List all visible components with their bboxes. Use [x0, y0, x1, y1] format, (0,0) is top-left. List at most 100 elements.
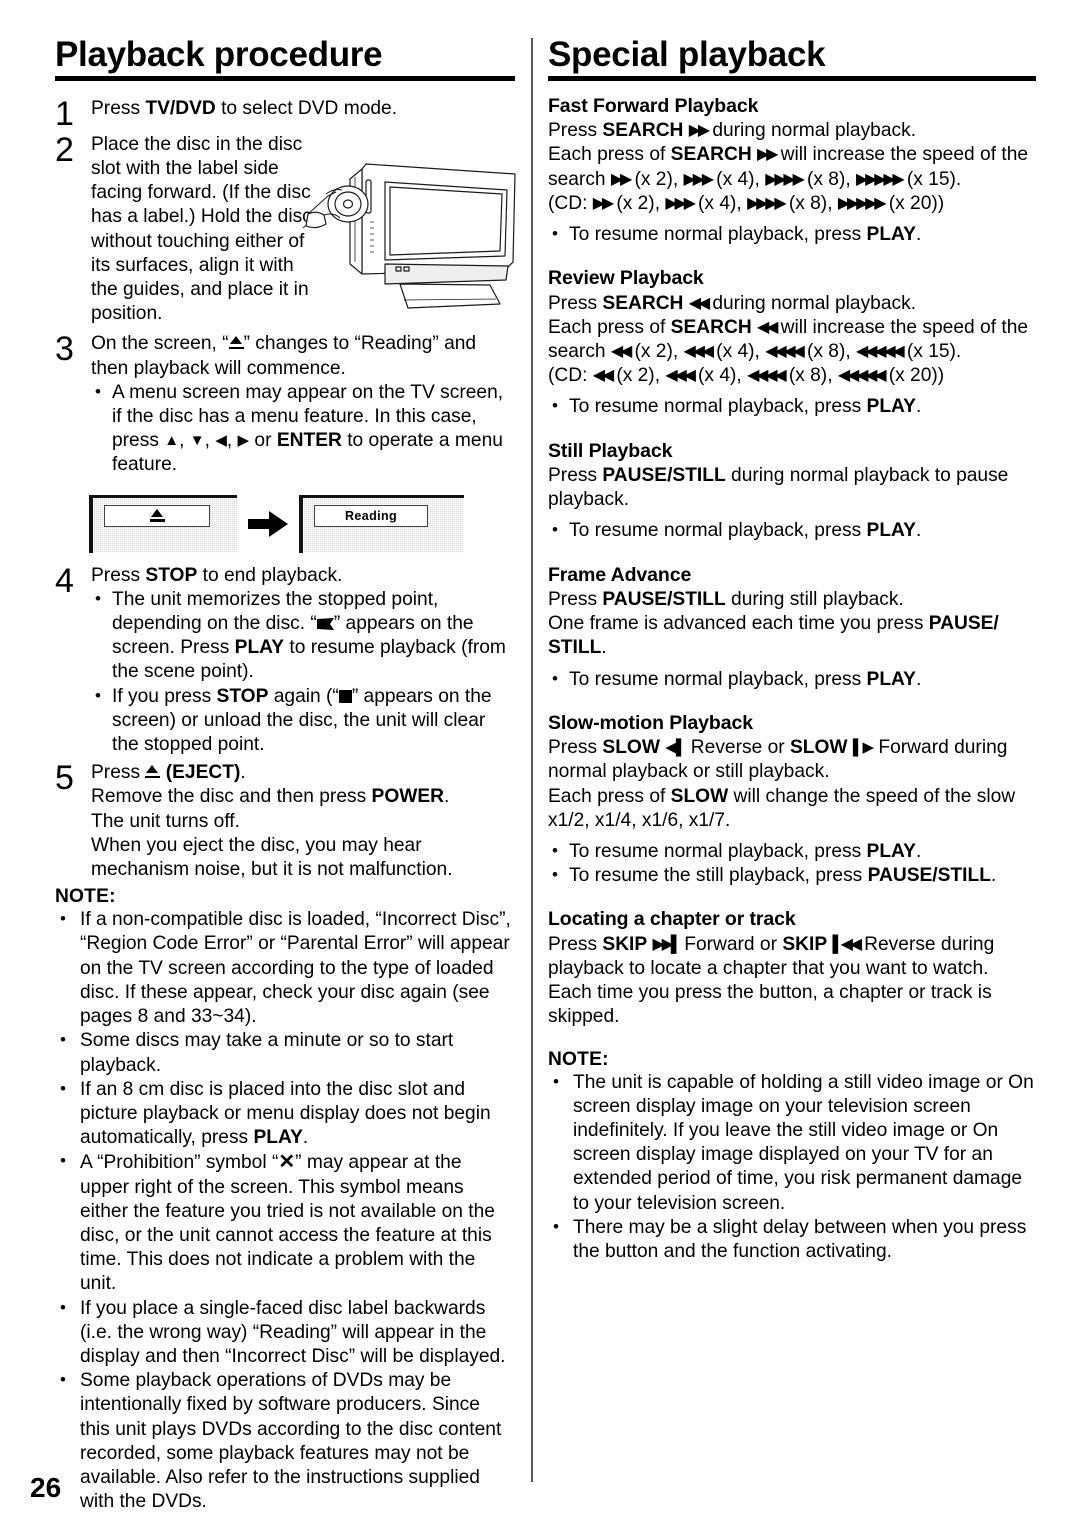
title-underline — [548, 75, 1036, 81]
still-playback-body: Press PAUSE/STILL during normal playback… — [548, 464, 1009, 511]
slow-motion-bullets: To resume normal playback, press PLAY. T… — [548, 839, 1036, 888]
step-5-line-1: Press (EJECT). — [91, 762, 246, 784]
left-note-5: If you place a single-faced disc label b… — [55, 1296, 515, 1370]
heading-frame-advance: Frame Advance — [548, 563, 692, 586]
tv-disc-insert-illustration — [302, 163, 516, 309]
step-5-line-5: mechanism noise, but it is not malfuncti… — [91, 859, 453, 881]
right-block-arrow-icon — [248, 510, 288, 537]
frame-advance-bullet-1: To resume normal playback, press PLAY. — [548, 667, 1036, 692]
step-5-number: 5 — [55, 759, 74, 798]
step-5: 5 Press (EJECT). Remove the disc and the… — [55, 761, 515, 882]
step-2-text: Place the disc in the disc slot with the… — [91, 133, 312, 325]
locating-chapter-body: Press SKIP ▶▶▌ Forward or SKIP ▌◀◀ Rever… — [548, 933, 995, 1028]
still-playback-bullets: To resume normal playback, press PLAY. — [548, 518, 1036, 543]
screen-change-illustration: Reading — [89, 488, 515, 560]
fast-forward-bullet-1: To resume normal playback, press PLAY. — [548, 222, 1036, 247]
section-fast-forward-playback: Fast Forward Playback Press SEARCH ▶▶ du… — [548, 94, 1036, 247]
heading-review-playback: Review Playback — [548, 267, 704, 290]
page-title-special-playback: Special playback — [548, 35, 826, 74]
skip-back-icon: ▌◀◀ — [832, 935, 862, 953]
fast-forward-x4-icon: ▶▶▶ — [665, 194, 696, 212]
osd-box-reading: Reading — [314, 504, 428, 527]
rewind-x2-icon: ◀◀ — [610, 342, 632, 360]
section-locating-chapter-or-track: Locating a chapter or track Press SKIP ▶… — [548, 907, 1036, 1029]
step-4-body: Press STOP to end playback. The unit mem… — [91, 564, 515, 758]
arrow-up-icon: ▲ — [164, 432, 180, 450]
fast-forward-x2-icon: ▶▶ — [610, 170, 632, 188]
step-3-bullets: A menu screen may appear on the TV scree… — [91, 380, 515, 478]
arrow-down-icon: ▼ — [189, 432, 205, 450]
arrow-gap — [237, 510, 299, 538]
step-3-bullet-1: A menu screen may appear on the TV scree… — [91, 380, 515, 478]
step-4-bullet-2: If you press STOP again (“” appears on t… — [91, 684, 515, 758]
fast-forward-icon: ▶▶ — [757, 146, 778, 164]
heading-fast-forward-playback: Fast Forward Playback — [548, 94, 759, 117]
page-title-playback-procedure: Playback procedure — [55, 35, 383, 74]
left-note-2: Some discs may take a minute or so to st… — [55, 1028, 515, 1077]
left-note-6: Some playback operations of DVDs may be … — [55, 1368, 515, 1514]
fast-forward-bullets: To resume normal playback, press PLAY. — [548, 222, 1036, 247]
fast-forward-x20-icon: ▶▶▶▶▶ — [837, 194, 887, 212]
fast-forward-x8-icon: ▶▶▶▶ — [747, 194, 787, 212]
eject-icon — [149, 508, 165, 523]
fast-forward-x2-icon: ▶▶ — [592, 194, 614, 212]
manual-page: Playback procedure 1 Press TV/DVD to sel… — [0, 0, 1080, 1532]
section-review-playback: Review Playback Press SEARCH ◀◀ during n… — [548, 266, 1036, 419]
step-3-body: On the screen, “” changes to “Reading” a… — [91, 332, 515, 477]
slow-forward-icon: ▌▶ — [852, 739, 874, 757]
heading-locating-chapter-or-track: Locating a chapter or track — [548, 908, 796, 931]
slow-motion-bullet-2: To resume the still playback, press PAUS… — [548, 863, 1036, 888]
heading-slow-motion-playback: Slow-motion Playback — [548, 711, 753, 734]
still-playback-bullet-1: To resume normal playback, press PLAY. — [548, 518, 1036, 543]
rewind-x8-icon: ◀◀◀◀ — [747, 367, 787, 385]
review-body: Press SEARCH ◀◀ during normal playback. … — [548, 292, 1036, 389]
slow-reverse-icon: ◀▌ — [665, 739, 686, 757]
left-note-list: If a non-compatible disc is loaded, “Inc… — [55, 907, 515, 1514]
rewind-x4-icon: ◀◀◀ — [683, 342, 715, 360]
eject-icon — [228, 336, 244, 350]
step-5-line-4: When you eject the disc, you may hear — [91, 834, 422, 856]
skip-forward-icon: ▶▶▌ — [652, 935, 683, 953]
eject-icon — [145, 765, 161, 779]
step-1-number: 1 — [55, 94, 74, 133]
arrow-left-icon: ◀ — [215, 432, 227, 450]
slow-motion-body: Press SLOW ◀▌ Reverse or SLOW ▌▶ Forward… — [548, 737, 1016, 831]
right-note-label: NOTE: — [548, 1048, 609, 1070]
step-1: 1 Press TV/DVD to select DVD mode. — [55, 94, 515, 133]
step-4: 4 Press STOP to end playback. The unit m… — [55, 564, 515, 758]
right-note-1: The unit is capable of holding a still v… — [548, 1070, 1036, 1216]
tv-screen-before — [89, 494, 237, 553]
section-frame-advance: Frame Advance Press PAUSE/STILL during s… — [548, 563, 1036, 692]
step-3: 3 On the screen, “” changes to “Reading”… — [55, 332, 515, 477]
resume-flag-icon — [316, 618, 334, 631]
step-4-number: 4 — [55, 561, 74, 600]
section-still-playback: Still Playback Press PAUSE/STILL during … — [548, 439, 1036, 544]
step-3-number: 3 — [55, 330, 74, 369]
fast-forward-x4-icon: ▶▶▶ — [683, 170, 715, 188]
fast-forward-icon: ▶▶ — [688, 122, 710, 140]
prohibition-x-icon: ✕ — [278, 1151, 296, 1174]
rewind-x2-icon: ◀◀ — [592, 367, 614, 385]
left-note-1: If a non-compatible disc is loaded, “Inc… — [55, 907, 515, 1029]
page-number: 26 — [30, 1472, 62, 1503]
frame-advance-bullets: To resume normal playback, press PLAY. — [548, 667, 1036, 692]
stop-square-icon — [338, 689, 352, 703]
column-divider — [531, 38, 533, 1482]
right-note-2: There may be a slight delay between when… — [548, 1215, 1036, 1264]
osd-box-eject — [104, 504, 210, 527]
right-column: Special playback Fast Forward Playback P… — [548, 36, 1036, 1264]
step-5-line-3: The unit turns off. — [91, 810, 240, 832]
fast-forward-body: Press SEARCH ▶▶ during normal playback. … — [548, 119, 1036, 216]
rewind-x4-icon: ◀◀◀ — [665, 367, 696, 385]
step-5-line-2: Remove the disc and then press POWER. — [91, 786, 450, 808]
slow-motion-bullet-1: To resume normal playback, press PLAY. — [548, 839, 1036, 864]
right-note-list: The unit is capable of holding a still v… — [548, 1070, 1036, 1265]
arrow-right-icon: ▶ — [237, 432, 250, 450]
step-4-bullet-1: The unit memorizes the stopped point, de… — [91, 587, 515, 685]
title-underline — [55, 75, 515, 81]
step-4-bullets: The unit memorizes the stopped point, de… — [91, 587, 515, 758]
fast-forward-x8-icon: ▶▶▶▶ — [765, 170, 805, 188]
section-slow-motion-playback: Slow-motion Playback Press SLOW ◀▌ Rever… — [548, 711, 1036, 889]
step-2-number: 2 — [55, 130, 74, 169]
frame-advance-body: Press PAUSE/STILL during still playback.… — [548, 588, 999, 659]
